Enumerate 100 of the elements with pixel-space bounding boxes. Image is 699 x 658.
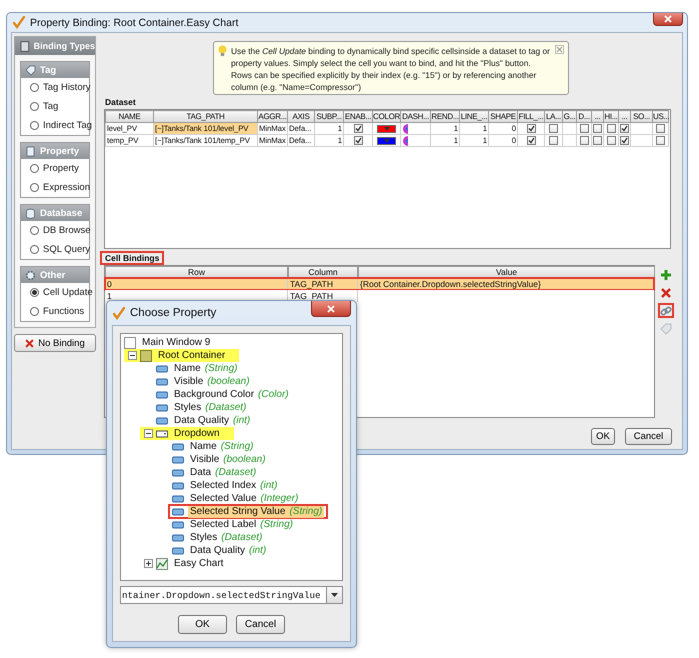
dialog-button[interactable]: OK (591, 428, 615, 445)
tree-item[interactable]: Data Quality (int) (172, 414, 252, 426)
checkbox[interactable] (606, 124, 616, 133)
tree-item[interactable]: Name (String) (188, 440, 256, 452)
checkbox[interactable] (620, 136, 629, 145)
expand-toggle[interactable] (144, 559, 152, 568)
tree-item[interactable]: Background Color (Color) (172, 388, 291, 400)
checkbox[interactable] (549, 136, 558, 145)
column-header[interactable]: SUBP... (314, 110, 344, 122)
tree-item[interactable]: Data (Dataset) (188, 466, 258, 478)
column-header[interactable]: Column (288, 266, 358, 278)
tree-item[interactable]: Styles (Dataset) (172, 402, 248, 414)
close-button[interactable] (311, 301, 351, 317)
column-header[interactable]: Row (105, 266, 288, 278)
link-button[interactable] (658, 303, 674, 318)
add-button[interactable] (658, 267, 674, 282)
column-header[interactable]: TAG_PATH (154, 110, 258, 122)
checkbox[interactable] (526, 136, 536, 145)
checkbox[interactable] (354, 124, 362, 133)
column-header[interactable]: LA... (544, 110, 562, 122)
container-icon (140, 350, 152, 362)
column-header[interactable]: G... (562, 110, 576, 122)
tree-item[interactable]: Root Container (156, 350, 228, 362)
collapse-toggle[interactable] (144, 429, 152, 438)
checkbox[interactable] (606, 136, 616, 145)
column-header[interactable]: HI... (604, 110, 618, 122)
column-header[interactable]: ... (592, 110, 604, 122)
radio-option[interactable]: Tag (21, 97, 89, 116)
checkbox[interactable] (580, 136, 588, 145)
dialog-button[interactable]: Cancel (625, 428, 672, 445)
radio-option[interactable]: Property (21, 159, 89, 178)
column-header[interactable]: AGGR... (258, 110, 288, 122)
chain-icon (660, 304, 672, 316)
dialog-button[interactable]: Cancel (236, 615, 285, 634)
column-header[interactable]: REND... (430, 110, 460, 122)
line-style-icon[interactable] (402, 124, 408, 134)
checkbox[interactable] (593, 136, 602, 145)
property-icon (172, 454, 184, 466)
color-swatch[interactable] (377, 124, 396, 132)
tree-item[interactable]: Visible (boolean) (172, 376, 252, 388)
tree-item[interactable]: Selected Label (String) (188, 518, 295, 530)
caret-icon (331, 593, 338, 597)
radio-option[interactable]: Expression (21, 178, 89, 197)
tag-icon (660, 322, 672, 334)
dropdown-button[interactable] (326, 587, 342, 603)
dialog-button[interactable]: OK (178, 615, 227, 634)
collapse-toggle[interactable] (128, 351, 136, 360)
close-icon (25, 338, 34, 348)
tree-item[interactable]: Selected Index (int) (188, 480, 280, 492)
tree-item[interactable]: Dropdown (172, 428, 222, 440)
column-header[interactable]: DASH... (400, 110, 430, 122)
property-path-field[interactable]: ntainer.Dropdown.selectedStringValue (120, 586, 343, 604)
tree-item[interactable]: Styles (Dataset) (188, 532, 264, 544)
column-header[interactable]: SHAPE (488, 110, 518, 122)
tree-item[interactable]: Easy Chart (172, 558, 226, 570)
close-icon[interactable] (555, 45, 564, 54)
color-swatch[interactable] (377, 136, 396, 144)
radio-option[interactable]: Functions (21, 302, 89, 321)
checkbox[interactable] (656, 136, 665, 145)
radio-option[interactable]: Indirect Tag (21, 116, 89, 135)
checkbox[interactable] (580, 124, 588, 133)
radio-option[interactable]: SQL Query (21, 240, 89, 259)
line-style-icon[interactable] (402, 136, 408, 146)
document-icon (25, 146, 36, 156)
column-header[interactable]: AXIS (288, 110, 314, 122)
property-icon (172, 480, 184, 492)
tip-text: Use the Cell Update binding to dynamically bind specific cellsinside a dataset to tag or property values. Simply select the cell you want to bind, and hit the "Plus" button. Rows can be specified explicitly by their index (e.g. "15") or by referencing another column (e.g. "Name=Compressor") (231, 45, 551, 93)
checkbox[interactable] (620, 124, 629, 133)
column-header[interactable]: SO... (630, 110, 652, 122)
tree-item[interactable]: Visible (boolean) (188, 454, 268, 466)
tree-item[interactable]: Data Quality (int) (188, 544, 268, 556)
close-button[interactable] (653, 13, 683, 26)
plus-icon (660, 268, 672, 280)
column-header[interactable]: NAME (106, 110, 154, 122)
group-title: Database (40, 208, 82, 218)
column-header[interactable]: Value (358, 266, 655, 278)
column-header[interactable]: FILL_... (518, 110, 544, 122)
column-header[interactable]: US... (652, 110, 668, 122)
checkbox[interactable] (549, 124, 558, 133)
column-header[interactable]: D... (576, 110, 592, 122)
tag-icon (25, 64, 36, 76)
column-header[interactable]: ENAB... (344, 110, 372, 122)
property-icon (156, 362, 168, 374)
close-icon (327, 304, 335, 312)
tree-item[interactable]: Main Window 9 (140, 336, 212, 348)
table-row[interactable]: 0 TAG_PATH {Root Container.Dropdown.selectedStringValue} (105, 278, 654, 290)
radio-option[interactable]: Tag History (21, 78, 89, 97)
checkbox[interactable] (656, 124, 665, 133)
column-header[interactable]: LINE_... (460, 110, 488, 122)
tree-item[interactable]: Selected String Value (String) (188, 506, 324, 518)
checkbox[interactable] (526, 124, 536, 133)
column-header[interactable]: COLOR (372, 110, 400, 122)
checkbox[interactable] (354, 136, 362, 145)
tree-item[interactable]: Name (String) (172, 362, 240, 374)
checkbox[interactable] (593, 124, 602, 133)
column-header[interactable]: ... (618, 110, 630, 122)
remove-button[interactable] (658, 285, 674, 300)
no-binding-button[interactable]: No Binding (14, 334, 96, 352)
tree-item[interactable]: Selected Value (Integer) (188, 492, 300, 504)
radio-option[interactable]: DB Browse (21, 221, 89, 240)
